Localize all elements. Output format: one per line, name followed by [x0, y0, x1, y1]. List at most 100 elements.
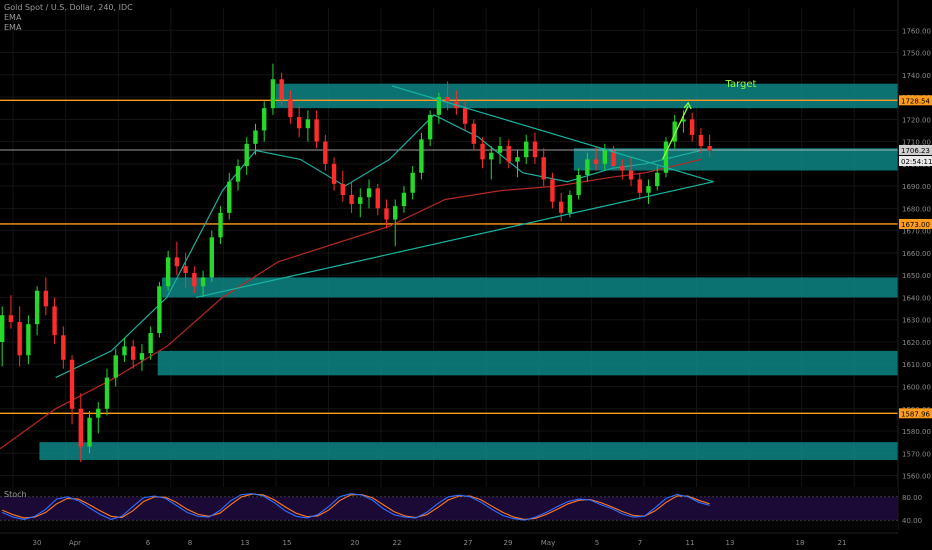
- candle-body: [462, 108, 468, 124]
- price-chart[interactable]: Target 1560.001570.001580.001590.001600.…: [0, 0, 932, 550]
- candle-body: [253, 130, 258, 144]
- candle-body: [209, 237, 215, 278]
- ema-legend-2: EMA: [4, 23, 22, 32]
- candle-body: [497, 146, 503, 153]
- candle-body: [43, 290, 49, 307]
- price-tick-label: 1600.00: [902, 383, 931, 391]
- candle-body: [427, 114, 433, 140]
- price-tick-label: 1750.00: [902, 50, 931, 58]
- price-tick-label: 1610.00: [902, 361, 931, 369]
- price-axis[interactable]: 1560.001570.001580.001590.001600.001610.…: [897, 0, 932, 550]
- candle-body: [637, 179, 642, 193]
- candle-body: [0, 315, 5, 342]
- candle-body: [17, 321, 22, 356]
- candle-body: [585, 159, 590, 175]
- price-tick-label: 1640.00: [902, 294, 931, 302]
- candle-body: [358, 197, 363, 204]
- time-tick-label: 8: [188, 539, 192, 547]
- candle-body: [96, 408, 101, 418]
- candle-body: [480, 143, 485, 160]
- time-tick-label: May: [541, 539, 555, 547]
- candle-body: [576, 174, 581, 196]
- time-tick-label: 22: [393, 539, 402, 547]
- price-badge-label: 1706.23: [901, 147, 930, 155]
- price-badge-label: 1673.00: [901, 221, 930, 229]
- candle-body: [506, 146, 511, 162]
- price-tick-label: 1560.00: [902, 473, 931, 481]
- price-tick-label: 1580.00: [902, 428, 931, 436]
- candle-body: [689, 119, 695, 135]
- time-tick-label: 13: [726, 539, 735, 547]
- candle-body: [558, 201, 564, 213]
- candle-body: [314, 119, 319, 142]
- candle-body: [104, 377, 110, 409]
- time-tick-label: 15: [283, 539, 292, 547]
- candle-body: [410, 172, 415, 193]
- candle-body: [26, 324, 31, 356]
- candle-body: [419, 139, 424, 173]
- zone-rect: [275, 83, 899, 109]
- time-tick-label: 6: [146, 539, 151, 547]
- candle-body: [698, 134, 704, 147]
- price-tick-label: 1690.00: [902, 183, 931, 191]
- candle-body: [305, 119, 311, 129]
- candle-body: [602, 150, 608, 164]
- ema-legend-1: EMA: [4, 13, 22, 22]
- candle-body: [262, 108, 267, 131]
- candle-body: [707, 146, 712, 151]
- price-tick-label: 1720.00: [902, 116, 931, 124]
- candle-body: [366, 188, 372, 198]
- candle-body: [375, 188, 380, 209]
- candle-body: [646, 186, 651, 193]
- candle-body: [165, 257, 171, 287]
- stoch-level-label: 40.00: [902, 517, 922, 525]
- candle-body: [34, 290, 40, 325]
- candle-body: [87, 417, 92, 447]
- candle-body: [655, 172, 660, 187]
- candle-body: [401, 192, 407, 207]
- price-tick-label: 1650.00: [902, 272, 931, 280]
- candle-body: [288, 99, 293, 118]
- candle-body: [69, 359, 75, 409]
- candle-body: [61, 335, 66, 360]
- candle-body: [593, 159, 599, 164]
- candle-body: [52, 306, 57, 336]
- candle-body: [235, 166, 241, 182]
- candle-body: [113, 355, 118, 378]
- price-tick-label: 1680.00: [902, 205, 931, 213]
- candle-body: [8, 315, 14, 322]
- candle-body: [122, 346, 127, 356]
- candle-body: [244, 143, 249, 167]
- candle-body: [384, 208, 389, 220]
- price-tick-label: 1740.00: [902, 72, 931, 80]
- price-tick-label: 1630.00: [902, 317, 931, 325]
- stoch-panel: 80.00 40.00: [0, 487, 922, 530]
- candle-body: [331, 163, 337, 184]
- zone-rect: [39, 442, 899, 460]
- candle-body: [471, 123, 477, 144]
- candle-body: [620, 166, 625, 171]
- price-tick-label: 1760.00: [902, 27, 931, 35]
- time-tick-label: 29: [504, 539, 513, 547]
- price-tick-label: 1660.00: [902, 250, 931, 258]
- price-tick-label: 1570.00: [902, 450, 931, 458]
- price-badge-label: 1728.54: [901, 97, 930, 105]
- time-tick-label: 21: [838, 539, 847, 547]
- time-tick-label: 7: [638, 539, 642, 547]
- price-tick-label: 1620.00: [902, 339, 931, 347]
- candle-body: [349, 195, 354, 204]
- time-tick-label: 13: [241, 539, 250, 547]
- candle-body: [130, 346, 136, 360]
- candle-body: [340, 183, 346, 196]
- candle-body: [148, 333, 153, 354]
- candle-body: [489, 152, 494, 160]
- candle-body: [445, 97, 450, 102]
- candle-body: [227, 181, 232, 213]
- stoch-level-label: 80.00: [902, 494, 922, 502]
- candle-body: [393, 206, 398, 220]
- time-tick-label: 18: [796, 539, 805, 547]
- candle-body: [524, 141, 529, 158]
- candle-body: [515, 157, 520, 162]
- candle-body: [157, 286, 162, 334]
- candle-body: [192, 272, 197, 287]
